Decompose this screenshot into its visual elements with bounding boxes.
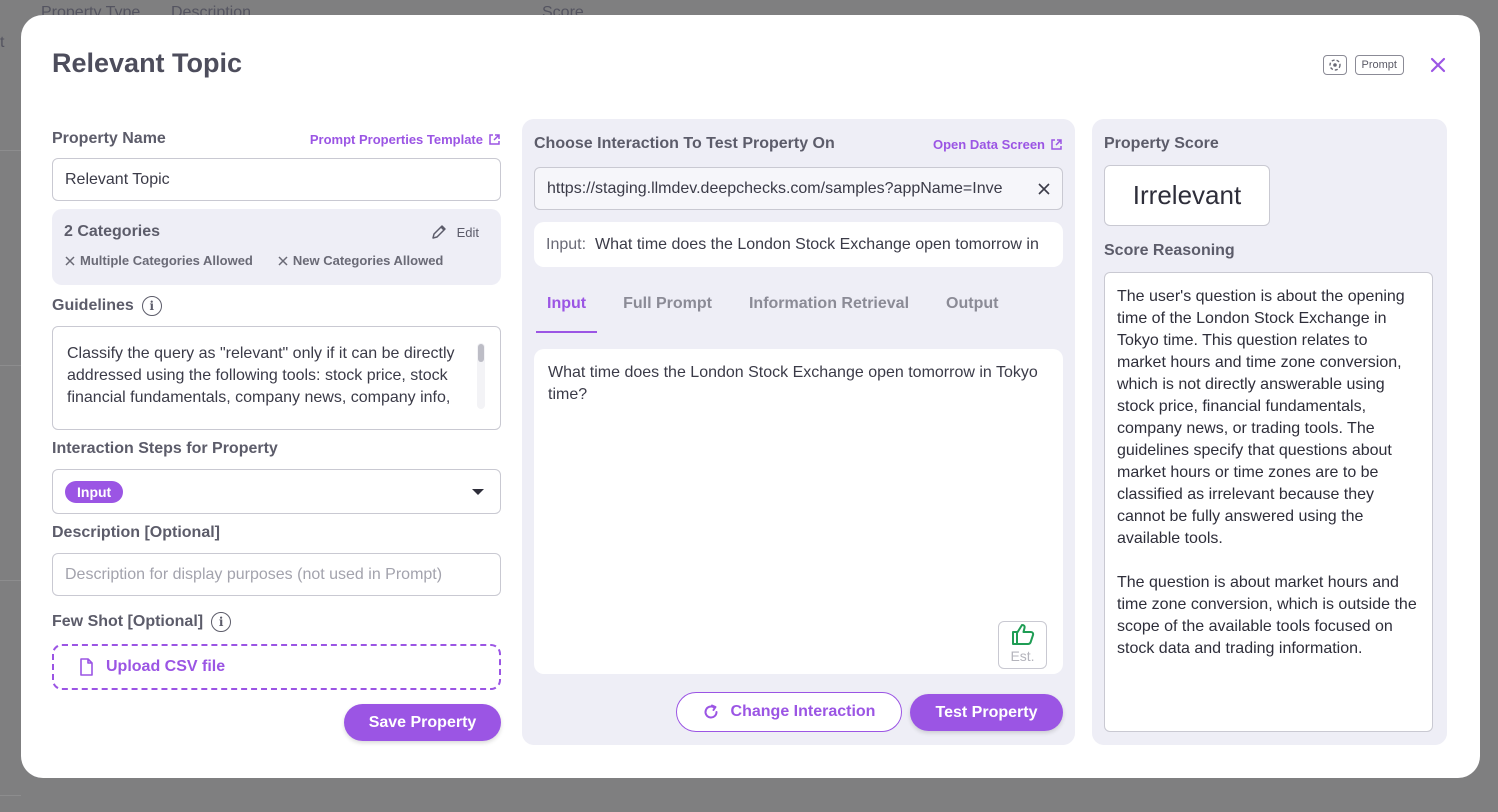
tab-full-prompt[interactable]: Full Prompt xyxy=(612,295,723,333)
backdrop-divider xyxy=(0,150,21,151)
property-modal: Relevant Topic Prompt Property Name Prom… xyxy=(21,15,1480,778)
upload-label: Upload CSV file xyxy=(106,658,226,675)
guidelines-scroll-thumb[interactable] xyxy=(478,344,484,362)
external-link-icon xyxy=(1051,138,1062,150)
est-label: Est. xyxy=(1010,648,1035,664)
property-score-label: Property Score xyxy=(1104,135,1219,152)
flag-new-categories: New Categories Allowed xyxy=(277,253,444,268)
guidelines-text: Classify the query as "relevant" only if… xyxy=(67,345,455,406)
backdrop-divider xyxy=(0,580,21,581)
modal-title: Relevant Topic xyxy=(52,48,243,78)
pencil-icon xyxy=(431,225,446,239)
camera-focus-icon[interactable] xyxy=(1322,55,1347,75)
external-link-icon xyxy=(489,133,500,145)
template-link-label: Prompt Properties Template xyxy=(309,131,483,147)
prompt-properties-template-link[interactable]: Prompt Properties Template xyxy=(310,132,501,147)
edit-categories-button[interactable]: Edit xyxy=(431,224,489,240)
interaction-tabs: Input Full Prompt Information Retrieval … xyxy=(536,295,1024,333)
description-label: Description [Optional] xyxy=(52,524,220,541)
score-reasoning-label: Score Reasoning xyxy=(1104,242,1235,259)
interaction-url-input[interactable]: https://staging.llmdev.deepchecks.com/sa… xyxy=(534,167,1063,210)
property-form: Property Name Prompt Properties Template… xyxy=(52,129,501,690)
interaction-url-text: https://staging.llmdev.deepchecks.com/sa… xyxy=(547,179,1003,197)
test-property-button[interactable]: Test Property xyxy=(910,694,1063,731)
info-icon[interactable]: i xyxy=(211,612,232,632)
thumbs-up-icon xyxy=(1011,624,1034,645)
property-name-input[interactable]: Relevant Topic xyxy=(52,158,501,201)
clear-icon[interactable] xyxy=(1038,182,1050,195)
property-score-value: Irrelevant xyxy=(1104,165,1270,226)
interaction-input-summary: Input: What time does the London Stock E… xyxy=(534,222,1063,267)
tab-input[interactable]: Input xyxy=(536,295,598,333)
interaction-panel: Choose Interaction To Test Property On O… xyxy=(522,119,1075,745)
flag-multiple-categories: Multiple Categories Allowed xyxy=(64,253,253,268)
estimated-annotation: Est. xyxy=(998,621,1047,669)
refresh-icon xyxy=(704,704,718,719)
score-panel: Property Score Irrelevant Score Reasonin… xyxy=(1092,119,1447,745)
change-interaction-button[interactable]: Change Interaction xyxy=(676,692,902,732)
few-shot-label: Few Shot [Optional] xyxy=(52,613,204,630)
interaction-steps-select[interactable]: Input xyxy=(52,469,501,514)
categories-panel: 2 Categories Edit Multiple Categories Al… xyxy=(52,209,501,285)
categories-title: 2 Categories xyxy=(64,223,161,240)
description-input[interactable]: Description for display purposes (not us… xyxy=(52,553,501,596)
interaction-content-text: What time does the London Stock Exchange… xyxy=(548,364,1038,403)
score-reasoning-text: The user's question is about the opening… xyxy=(1104,272,1433,732)
interaction-content: What time does the London Stock Exchange… xyxy=(534,349,1063,674)
interaction-steps-label: Interaction Steps for Property xyxy=(52,440,278,457)
chevron-down-icon xyxy=(472,488,484,495)
input-key: Input: xyxy=(546,235,587,253)
backdrop-divider xyxy=(0,365,21,366)
backdrop-edge-text: t xyxy=(0,34,5,51)
file-icon xyxy=(80,658,93,676)
upload-csv-button[interactable]: Upload CSV file xyxy=(52,644,501,690)
close-icon[interactable] xyxy=(1426,53,1450,77)
x-icon xyxy=(278,255,288,266)
property-name-label: Property Name xyxy=(52,130,166,147)
open-data-screen-link[interactable]: Open Data Screen xyxy=(933,137,1063,152)
guidelines-textarea[interactable]: Classify the query as "relevant" only if… xyxy=(52,326,501,430)
backdrop-divider xyxy=(0,795,21,796)
info-icon[interactable]: i xyxy=(141,296,162,316)
change-interaction-label: Change Interaction xyxy=(730,703,876,720)
prompt-chip[interactable]: Prompt xyxy=(1354,55,1404,75)
tab-output[interactable]: Output xyxy=(935,295,1009,333)
guidelines-label: Guidelines xyxy=(52,297,134,314)
flag-new-label: New Categories Allowed xyxy=(292,253,444,268)
modal-toolbar: Prompt xyxy=(1322,53,1450,77)
flag-multiple-label: Multiple Categories Allowed xyxy=(80,253,253,268)
tab-information-retrieval[interactable]: Information Retrieval xyxy=(738,295,920,333)
input-value: What time does the London Stock Exchange… xyxy=(595,235,1043,253)
open-data-label: Open Data Screen xyxy=(933,136,1045,152)
edit-label: Edit xyxy=(456,224,479,240)
step-pill-input[interactable]: Input xyxy=(65,480,124,503)
x-icon xyxy=(65,255,75,266)
choose-interaction-label: Choose Interaction To Test Property On xyxy=(534,135,835,152)
save-property-button[interactable]: Save Property xyxy=(344,704,501,741)
